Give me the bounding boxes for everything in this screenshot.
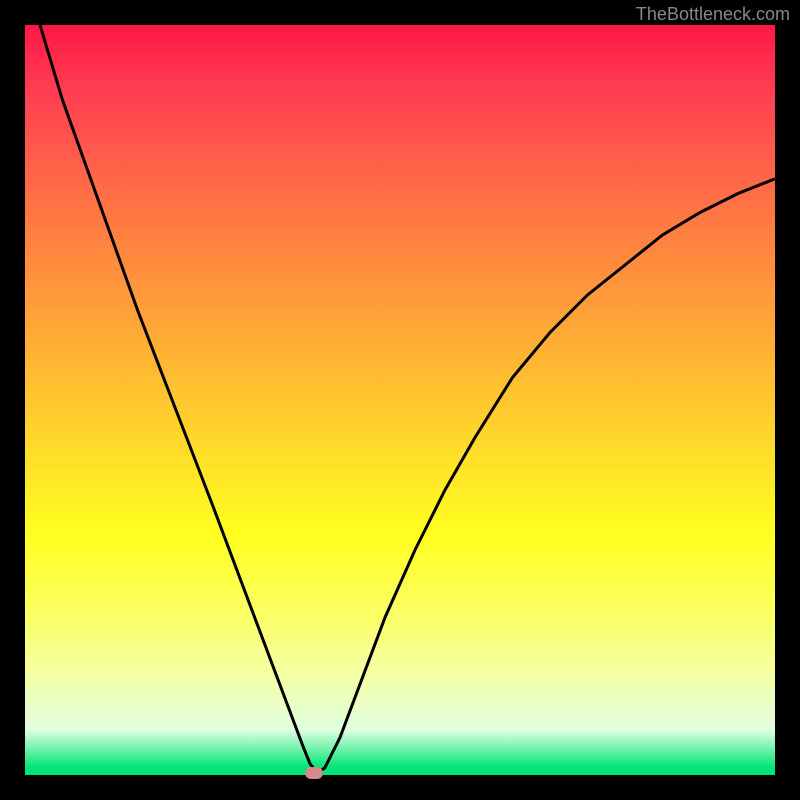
curve-svg <box>25 25 775 775</box>
optimal-point-marker <box>305 767 323 779</box>
watermark-text: TheBottleneck.com <box>636 4 790 25</box>
chart-plot-area <box>25 25 775 775</box>
bottleneck-curve-path <box>40 25 775 774</box>
